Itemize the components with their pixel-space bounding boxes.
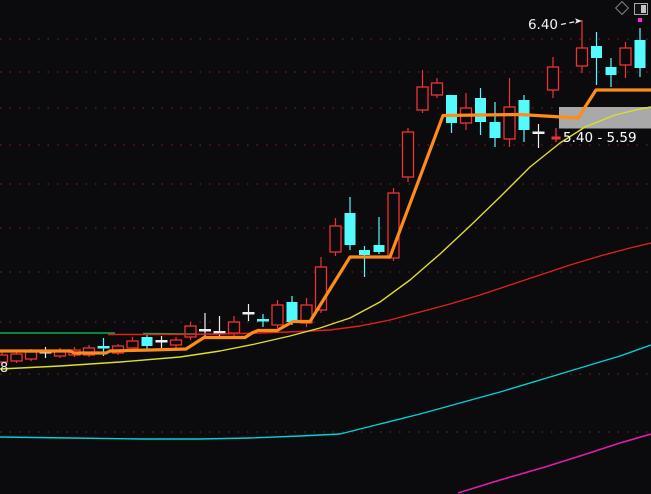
candle-body [403,132,414,177]
candle-body [606,67,617,75]
candle[interactable] [403,128,414,182]
candle-body [272,305,283,325]
panel-toggle-icon[interactable] [634,3,648,15]
range-marker-bar [552,137,561,140]
candle-body [257,319,269,322]
candle-body [577,48,588,66]
price-range-annotation: 5.40 - 5.59 [552,128,637,146]
candle-body [127,341,138,348]
candle-body [504,107,515,139]
panel-toggle-bar [641,5,646,13]
candle-body [591,46,602,58]
candle-body [533,132,545,135]
candle-body [229,322,240,333]
candle-body [171,340,182,345]
candle-body [374,245,385,252]
candle-body [243,312,255,315]
candle-body [199,329,211,332]
price-range-label: 5.40 - 5.59 [563,130,637,146]
candle-body [432,83,443,95]
candle-body [417,87,428,110]
candle-body [156,340,168,343]
candle-body [475,98,486,122]
candle-body [214,331,226,334]
candle-body [287,302,298,322]
candle-body [330,226,341,252]
stock-chart-window: 6.40 5.40 - 5.59 8 [0,0,651,494]
candle-body [142,337,153,346]
candle-body [26,352,37,359]
price-high-label: 6.40 [528,17,558,33]
candle-body [635,40,646,68]
axis-label-partial: 8 [0,361,8,376]
candlestick-chart[interactable]: 6.40 5.40 - 5.59 8 [0,0,651,494]
candle-body [490,122,501,138]
candle-body [98,346,110,349]
candle-body [548,67,559,90]
candle-body [620,48,631,65]
candle-body [11,354,22,361]
indicator-dot-icon [638,18,642,22]
candle-body [345,213,356,245]
candle-body [446,95,457,123]
candle-body [359,250,370,255]
candle-body [185,326,196,337]
